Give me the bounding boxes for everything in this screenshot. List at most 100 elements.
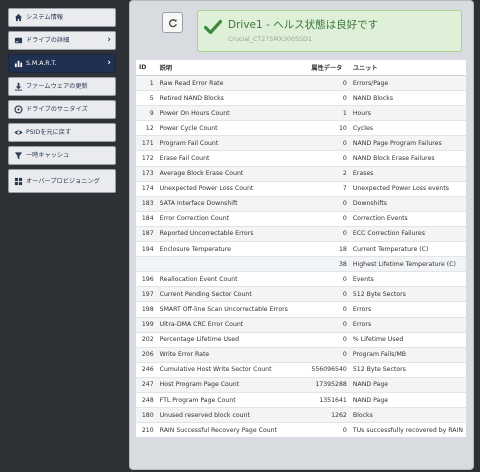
cell-description: Power Cycle Count [156,120,309,136]
eye-icon [14,128,23,137]
cell-description: SATA Interface Downshift [156,195,309,212]
cell-description: Percentage Lifetime Used [156,331,309,348]
table-row: 5 Retired NAND Blocks 0 NAND Blocks [136,90,466,106]
cell-unit: Current Temperature (C) [349,241,466,257]
cell-id: 202 [136,331,157,348]
cell-description: Error Correction Count [156,210,309,227]
cell-id: 199 [136,316,157,333]
cell-id: 171 [136,135,157,151]
cell-description: Retired NAND Blocks [156,90,309,106]
nav-over-provisioning[interactable]: オーバープロビジョニング [8,169,116,193]
nav-label: ドライブのサニタイズ [26,106,88,113]
cell-description: Write Error Rate [156,346,309,363]
cell-raw-data: 10 [308,120,350,136]
cell-unit: Program Fails/MB [349,346,466,363]
cell-description: RAIN Successful Recovery Page Count [156,422,309,438]
nav-drive-details[interactable]: ドライブの詳細 › [8,31,116,50]
cell-raw-data: 556096540 [308,361,350,378]
table-row: 247 Host Program Page Count 17395288 NAND P… [136,376,466,393]
cell-description: Cumulative Host Write Sector Count [156,361,309,378]
nav-psid-revert[interactable]: PSIDを元に戻す [8,123,116,142]
drive-model: Crucial_CT275MX300SSD1 [228,36,312,43]
table-header-row: ID 説明 属性データ ユニット [136,60,466,76]
cell-unit: NAND Page [349,391,466,408]
nav-system-info[interactable]: システム情報 [8,8,116,27]
cell-unit: Events [349,271,466,287]
cell-id: 183 [136,195,157,212]
cell-description: Ultra-DMA CRC Error Count [156,316,309,333]
cell-raw-data: 0 [308,316,350,333]
cell-unit: Errors [349,301,466,317]
cell-raw-data: 0 [308,346,350,363]
cell-raw-data: 0 [308,225,350,242]
cell-description [156,256,309,272]
cell-id [136,256,157,272]
cell-unit: Correction Events [349,210,466,227]
cell-id: 196 [136,271,157,287]
refresh-button[interactable] [162,12,183,33]
cell-id: 9 [136,105,157,121]
sidebar: システム情報 ドライブの詳細 › S.M.A.R.T. › ファームウェアの更新… [8,8,116,197]
filter-icon [14,151,23,160]
table-row: 183 SATA Interface Downshift 0 Downshifts [136,195,466,212]
cell-id: 180 [136,407,157,423]
cell-id: 1 [136,74,157,91]
nav-firmware-update[interactable]: ファームウェアの更新 [8,77,116,96]
cell-unit: Errors/Page [349,74,466,91]
cell-unit: Errors [349,316,466,333]
nav-label: システム情報 [26,14,63,21]
cell-raw-data: 17395288 [308,376,350,393]
download-icon [14,82,23,91]
table-row: 202 Percentage Lifetime Used 0% Lifetime U… [136,331,466,348]
cell-description: SMART Off-line Scan Uncorrectable Errors [156,301,309,317]
cell-description: Unexpected Power Loss Count [156,180,309,197]
cell-unit: Cycles [349,120,466,136]
cell-unit: Downshifts [349,195,466,212]
refresh-icon [168,13,178,32]
cell-unit: Unexpected Power Loss events [349,180,466,197]
cell-raw-data: 0 [308,301,350,317]
cell-description: Reported Uncorrectable Errors [156,225,309,242]
cell-id: 247 [136,376,157,393]
cell-raw-data: 0 [308,271,350,287]
nav-sanitize-drive[interactable]: ドライブのサニタイズ [8,100,116,119]
cell-description: Unused reserved block count [156,407,309,423]
cell-unit: Hours [349,105,466,121]
cell-description: Average Block Erase Count [156,165,309,182]
cell-unit: Erases [349,165,466,182]
check-icon [203,19,223,39]
nav-temp-cache[interactable]: 一時キャッシュ [8,146,116,165]
cell-raw-data: 1351641 [308,391,350,408]
cell-id: 197 [136,286,157,302]
cell-unit: NAND Page Program Failures [349,135,466,151]
table-row: 187 Reported Uncorrectable Errors 0 ECC Cor… [136,225,466,242]
col-unit-header: ユニット [349,60,466,76]
table-row: 172 Erase Fail Count 0 NAND Block Erase Fai… [136,150,466,167]
cell-raw-data: 2 [308,165,350,182]
table-row: 180 Unused reserved block count 1262 Blocks [136,407,466,423]
cell-unit: NAND Page [349,376,466,393]
cell-id: 248 [136,391,157,408]
nav-smart[interactable]: S.M.A.R.T. › [8,54,116,73]
sanitize-icon [14,105,23,114]
cell-raw-data: 0 [308,135,350,151]
cell-unit: TUs successfully recovered by RAIN [349,422,466,438]
cell-raw-data: 7 [308,180,350,197]
table-row: 206 Write Error Rate 0 Program Fails/MB [136,346,466,363]
cell-unit: ECC Correction Failures [349,225,466,242]
chevron-right-icon: › [107,35,111,45]
cell-id: 194 [136,241,157,257]
cell-id: 173 [136,165,157,182]
cell-raw-data: 18 [308,241,350,257]
health-status-alert: Drive1 - ヘルス状態は良好です Crucial_CT275MX300SS… [197,10,462,52]
table-row: 199 Ultra-DMA CRC Error Count 0 Errors [136,316,466,333]
cell-raw-data: 1 [308,105,350,121]
nav-label: ファームウェアの更新 [26,83,88,90]
table-row: 173 Average Block Erase Count 2 Erases [136,165,466,182]
cell-description: Program Fail Count [156,135,309,151]
table-row: 174 Unexpected Power Loss Count 7 Unexpecte… [136,180,466,197]
cell-raw-data: 0 [308,286,350,302]
cell-unit: NAND Blocks [349,90,466,106]
cell-unit: NAND Block Erase Failures [349,150,466,167]
cell-id: 5 [136,90,157,106]
